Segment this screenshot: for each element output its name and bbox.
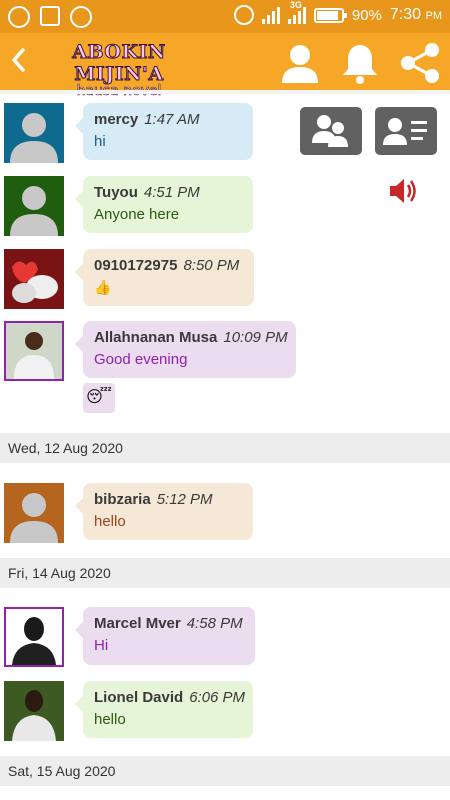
profile-icon[interactable] bbox=[278, 41, 322, 85]
toolbar-divider bbox=[0, 90, 450, 94]
avatar[interactable] bbox=[4, 607, 64, 667]
avatar[interactable] bbox=[4, 483, 64, 543]
sender-name: bibzaria bbox=[94, 491, 151, 508]
message-bubble[interactable]: mercy 1:47 AM hi bbox=[75, 103, 253, 160]
avatar[interactable] bbox=[4, 103, 64, 163]
dnd-icon bbox=[233, 5, 254, 25]
app-title: ABOKIN MIJIN'A bbox=[72, 41, 166, 86]
message-bubble[interactable]: Lionel David 6:06 PM hello bbox=[75, 681, 253, 738]
date-separator: Sat, 15 Aug 2020 bbox=[0, 756, 450, 786]
message-bubble[interactable]: Tuyou 4:51 PM Anyone here bbox=[75, 176, 253, 233]
back-icon[interactable] bbox=[8, 45, 32, 77]
message-text: Good evening bbox=[94, 351, 188, 368]
clock: 7:30 PM bbox=[389, 6, 442, 23]
group-chat-button[interactable] bbox=[300, 107, 362, 155]
bell-icon[interactable] bbox=[338, 41, 382, 85]
share-icon[interactable] bbox=[398, 41, 442, 85]
contacts-button[interactable] bbox=[375, 107, 437, 155]
message-time: 10:09 PM bbox=[223, 329, 288, 346]
message-text: hello bbox=[94, 711, 126, 728]
message-bubble[interactable]: Allahnanan Musa 10:09 PM Good evening bbox=[75, 321, 296, 378]
message-bubble[interactable]: 0910172975 8:50 PM 👍 bbox=[75, 249, 254, 306]
whatsapp-icon bbox=[70, 6, 92, 28]
messenger-icon bbox=[8, 6, 30, 28]
sender-name: Marcel Mver bbox=[94, 615, 181, 632]
message-text: hi bbox=[94, 133, 106, 150]
sender-name: 0910172975 bbox=[94, 257, 178, 274]
signal-icon bbox=[261, 6, 280, 24]
message-time: 6:06 PM bbox=[189, 689, 246, 706]
message-text: Hi bbox=[94, 637, 109, 654]
battery-icon bbox=[313, 7, 347, 23]
speaker-icon[interactable] bbox=[388, 176, 418, 206]
sender-name: Tuyou bbox=[94, 184, 138, 201]
sender-name: mercy bbox=[94, 111, 139, 128]
network-label: 3G bbox=[289, 0, 302, 10]
message-text: 👍 bbox=[94, 279, 112, 295]
message-time: 1:47 AM bbox=[144, 111, 200, 128]
date-separator: Fri, 14 Aug 2020 bbox=[0, 558, 450, 588]
avatar[interactable] bbox=[4, 321, 64, 381]
date-separator: Wed, 12 Aug 2020 bbox=[0, 433, 450, 463]
battery-percent: 90% bbox=[351, 6, 382, 24]
avatar[interactable] bbox=[4, 249, 64, 309]
status-right: 3G 90% 7:30 PM bbox=[233, 0, 442, 25]
message-time: 5:12 PM bbox=[156, 491, 213, 508]
app-logo: ABOKIN MIJIN'A hausa novel bbox=[38, 41, 200, 100]
message-time: 8:50 PM bbox=[183, 257, 240, 274]
app-toolbar: ABOKIN MIJIN'A hausa novel bbox=[0, 33, 450, 100]
message-text: hello bbox=[94, 513, 126, 530]
message-time: 4:58 PM bbox=[186, 615, 243, 632]
sender-name: Allahnanan Musa bbox=[94, 329, 218, 346]
avatar[interactable] bbox=[4, 176, 64, 236]
sender-name: Lionel David bbox=[94, 689, 184, 706]
message-text: Anyone here bbox=[94, 206, 180, 223]
message-time: 4:51 PM bbox=[143, 184, 200, 201]
notification-icons bbox=[8, 6, 92, 28]
gallery-icon bbox=[40, 6, 60, 26]
signal-3g-icon: 3G bbox=[287, 0, 306, 24]
message-bubble[interactable]: Marcel Mver 4:58 PM Hi bbox=[75, 607, 255, 665]
status-bar: 3G 90% 7:30 PM bbox=[0, 0, 450, 33]
avatar[interactable] bbox=[4, 681, 64, 741]
message-bubble[interactable]: bibzaria 5:12 PM hello bbox=[75, 483, 253, 540]
emoji-sticker[interactable]: 😴 bbox=[83, 383, 115, 413]
